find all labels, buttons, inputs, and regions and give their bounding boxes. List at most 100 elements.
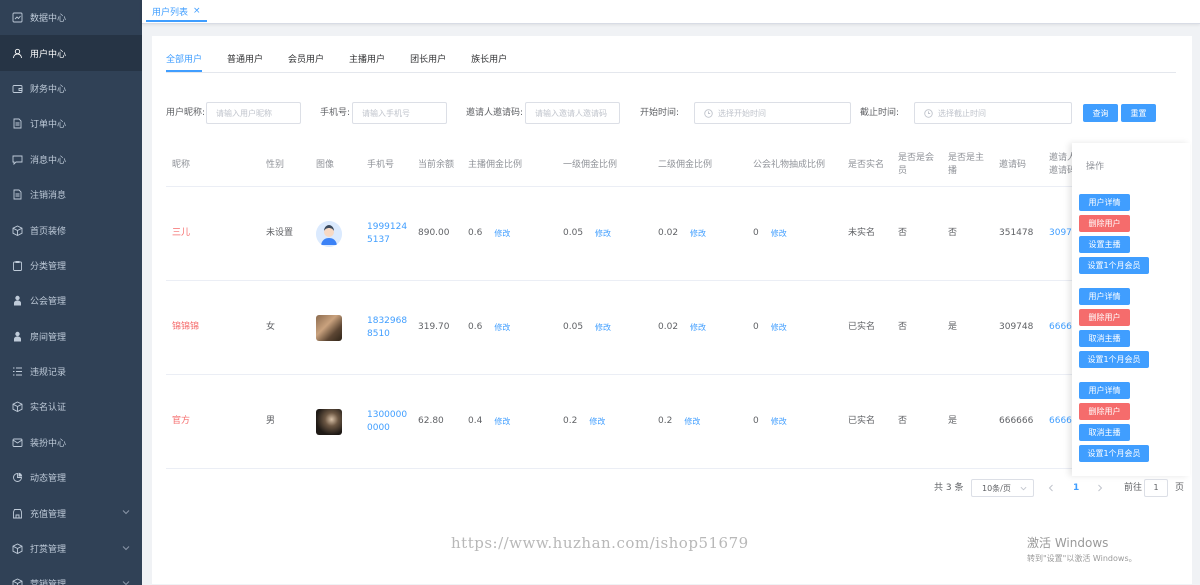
set-membership-button[interactable]: 设置1个月会员 (1079, 257, 1149, 274)
sidebar-item[interactable]: 动态管理 (0, 460, 142, 495)
cell-level1-ratio: 0.2 修改 (563, 415, 606, 428)
sidebar-item-label: 消息中心 (30, 155, 67, 166)
shop-icon (12, 508, 23, 519)
tags-view-bar: 用户列表 × (142, 0, 1200, 24)
sidebar-item[interactable]: 打赏管理 (0, 531, 142, 566)
close-icon[interactable]: × (193, 6, 201, 16)
cell-balance: 319.70 (418, 322, 450, 332)
modify-link[interactable]: 修改 (494, 227, 510, 240)
th-verified: 是否实名 (848, 159, 885, 170)
modify-link[interactable]: 修改 (595, 227, 611, 240)
sidebar-item[interactable]: 注销消息 (0, 177, 142, 212)
end-time-picker[interactable]: 选择截止时间 (914, 102, 1072, 124)
filter-bar: 用户昵称: 请输入用户昵称 手机号: 请输入手机号 邀请人邀请码: 请输入邀请人… (166, 102, 1186, 124)
goto-page-input[interactable]: 1 (1144, 479, 1168, 497)
delete-user-button[interactable]: 删除用户 (1079, 403, 1130, 420)
modify-link[interactable]: 修改 (684, 415, 700, 428)
th-guild-ratio: 公会礼物抽成比例 (753, 159, 826, 170)
cell-member: 否 (898, 416, 908, 426)
modify-link[interactable]: 修改 (494, 415, 510, 428)
sidebar-item[interactable]: 营销管理 (0, 566, 142, 585)
sidebar-item-label: 房间管理 (30, 332, 67, 343)
cell-level2-ratio: 0.2 修改 (658, 415, 701, 428)
box-icon (12, 225, 23, 236)
sidebar-item[interactable]: 充值管理 (0, 495, 142, 530)
modify-link[interactable]: 修改 (771, 227, 787, 240)
delete-user-button[interactable]: 删除用户 (1079, 309, 1130, 326)
sidebar-item[interactable]: 财务中心 (0, 71, 142, 106)
cell-guild-ratio: 0 修改 (753, 321, 787, 334)
tab-user-list[interactable]: 用户列表 × (146, 2, 207, 22)
invite-code-input[interactable]: 请输入邀请人邀请码 (525, 102, 620, 124)
cell-phone[interactable]: 1832968 8510 (367, 281, 407, 374)
set-membership-button[interactable]: 设置1个月会员 (1079, 351, 1149, 368)
modify-link[interactable]: 修改 (595, 321, 611, 334)
sidebar-item[interactable]: 数据中心 (0, 0, 142, 35)
sidebar-item[interactable]: 消息中心 (0, 142, 142, 177)
sidebar-item[interactable]: 订单中心 (0, 106, 142, 141)
page-number-current[interactable]: 1 (1073, 478, 1079, 498)
modify-link[interactable]: 修改 (690, 227, 706, 240)
tab-user-type[interactable]: 全部用户 (166, 50, 203, 72)
nickname-input[interactable]: 请输入用户昵称 (206, 102, 301, 124)
cell-phone[interactable]: 1300000 0000 (367, 375, 407, 468)
cell-anchor-ratio: 0.6 修改 (468, 227, 511, 240)
cell-phone[interactable]: 1999124 5137 (367, 187, 407, 280)
sidebar-item[interactable]: 首页装修 (0, 212, 142, 247)
sidebar-item[interactable]: 装扮中心 (0, 425, 142, 460)
cell-nickname[interactable]: 官方 (172, 375, 190, 468)
list-icon (12, 366, 23, 377)
modify-link[interactable]: 修改 (771, 415, 787, 428)
modify-link[interactable]: 修改 (494, 321, 510, 334)
sidebar-item[interactable]: 公会管理 (0, 283, 142, 318)
phone-input[interactable]: 请输入手机号 (352, 102, 447, 124)
delete-user-button[interactable]: 删除用户 (1079, 215, 1130, 232)
box-icon (12, 543, 23, 555)
cell-guild-ratio: 0 修改 (753, 415, 787, 428)
cell-gender: 男 (266, 416, 276, 426)
toggle-anchor-button[interactable]: 取消主播 (1079, 330, 1130, 347)
user-detail-button[interactable]: 用户详情 (1079, 194, 1130, 211)
tab-user-type[interactable]: 主播用户 (349, 50, 385, 72)
th-invite-code: 邀请码 (999, 159, 1027, 170)
page-size-select[interactable]: 10条/页 (971, 479, 1034, 497)
tab-user-type[interactable]: 普通用户 (227, 50, 263, 72)
start-time-picker[interactable]: 选择开始时间 (694, 102, 851, 124)
activation-title: 激活 Windows (1027, 536, 1109, 550)
cell-verified: 已实名 (848, 416, 876, 426)
chevron-right-icon[interactable] (1096, 484, 1104, 492)
reset-button[interactable]: 重置 (1121, 104, 1156, 122)
search-button[interactable]: 查询 (1083, 104, 1118, 122)
modify-link[interactable]: 修改 (589, 415, 605, 428)
tab-user-type[interactable]: 会员用户 (288, 50, 324, 72)
table-row: 锦锦锦 女 1832968 8510 319.70 0.6 修改 0.05 修改 0.… (166, 281, 1190, 375)
chevron-left-icon[interactable] (1047, 484, 1055, 492)
sidebar-item[interactable]: 分类管理 (0, 248, 142, 283)
clock-icon (924, 108, 933, 118)
page-suffix: 页 (1175, 483, 1185, 493)
toggle-anchor-button[interactable]: 设置主播 (1079, 236, 1130, 253)
sidebar-item[interactable]: 违规记录 (0, 354, 142, 389)
modify-link[interactable]: 修改 (690, 321, 706, 334)
sidebar-item[interactable]: 房间管理 (0, 319, 142, 354)
sidebar-item[interactable]: 实名认证 (0, 389, 142, 424)
user-detail-button[interactable]: 用户详情 (1079, 288, 1130, 305)
cell-avatar (316, 375, 342, 468)
tab-user-type[interactable]: 团长用户 (410, 50, 446, 72)
toggle-anchor-button[interactable]: 取消主播 (1079, 424, 1130, 441)
sidebar-item-label: 财务中心 (30, 84, 67, 95)
sidebar-item[interactable]: 用户中心 (0, 35, 142, 71)
tab-user-type[interactable]: 族长用户 (471, 50, 507, 72)
chart-icon (12, 12, 23, 23)
th-level2-ratio: 二级佣金比例 (658, 159, 713, 170)
nickname-label: 用户昵称: (166, 108, 206, 118)
set-membership-button[interactable]: 设置1个月会员 (1079, 445, 1149, 462)
cell-verified: 已实名 (848, 322, 876, 332)
cell-nickname[interactable]: 锦锦锦 (172, 281, 199, 374)
modify-link[interactable]: 修改 (771, 321, 787, 334)
sidebar-item-label: 用户中心 (30, 49, 67, 60)
cell-nickname[interactable]: 三儿 (172, 187, 190, 280)
clipboard-icon (12, 260, 23, 271)
user-icon (12, 48, 23, 59)
user-detail-button[interactable]: 用户详情 (1079, 382, 1130, 399)
